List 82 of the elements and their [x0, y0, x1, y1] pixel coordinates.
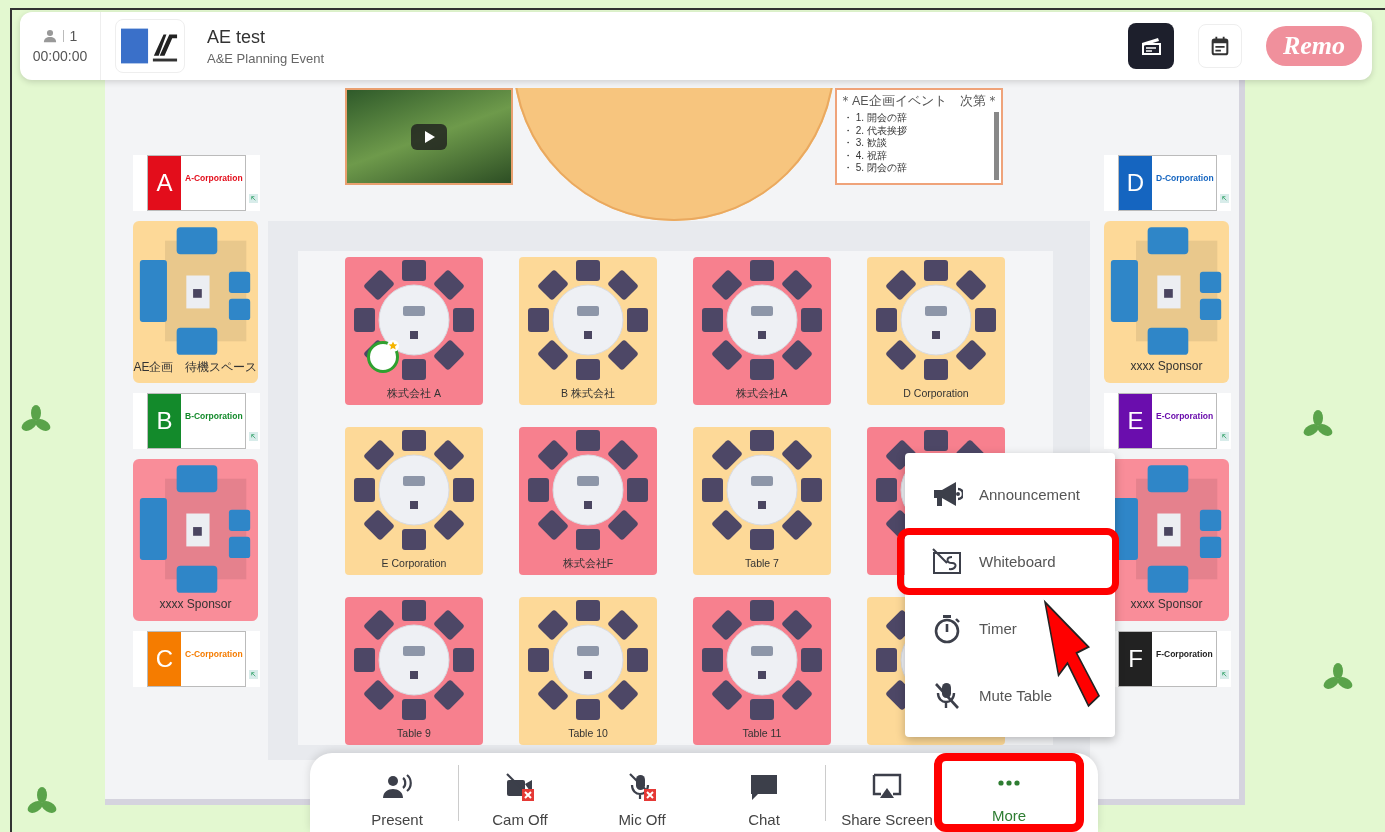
- table-area[interactable]: Table 10: [519, 597, 657, 745]
- table-area[interactable]: Table 11: [693, 597, 831, 745]
- clapperboard-button[interactable]: [1128, 23, 1174, 69]
- lounge-area[interactable]: xxxx Sponsor: [1104, 221, 1229, 383]
- event-title: AE test: [207, 26, 267, 48]
- star-icon: [387, 340, 399, 352]
- banner-title: A-Corporation: [185, 173, 243, 184]
- expand-icon: [249, 194, 258, 203]
- table-area[interactable]: Table 7: [693, 427, 831, 575]
- calendar-button[interactable]: [1198, 24, 1242, 68]
- table-label: 株式会社 A: [387, 387, 441, 401]
- banner-letter: E: [1119, 394, 1152, 448]
- toolbar-button[interactable]: Present: [336, 753, 458, 832]
- whiteboard-icon: [931, 546, 963, 577]
- expand-icon: [249, 432, 258, 441]
- table-area[interactable]: E Corporation: [345, 427, 483, 575]
- table-area[interactable]: 株式会社F: [519, 427, 657, 575]
- toolbar-button[interactable]: More: [934, 753, 1084, 832]
- sponsor-banner[interactable]: E E-Corporation: [1118, 393, 1217, 449]
- banner-title: F-Corporation: [1156, 649, 1213, 660]
- banner-title: E-Corporation: [1156, 411, 1214, 422]
- scrollbar[interactable]: [994, 112, 999, 180]
- table-area[interactable]: 株式会社 A: [345, 257, 483, 405]
- expand-icon: [1220, 670, 1229, 679]
- menu-item[interactable]: Mute Table: [905, 662, 1115, 729]
- lounge-label: xxxx Sponsor: [1130, 359, 1203, 373]
- table-label: 株式会社F: [562, 557, 614, 571]
- banner-letter: D: [1119, 156, 1152, 210]
- table-area[interactable]: D Corporation: [867, 257, 1005, 405]
- table-label: Table 9: [397, 727, 431, 739]
- camera-off-icon: [504, 772, 536, 802]
- expand-icon: [249, 670, 258, 679]
- toolbar-button[interactable]: Cam Off: [459, 753, 581, 832]
- agenda-item: ・ 5. 閉会の辞: [843, 162, 908, 175]
- sponsor-banner[interactable]: A A-Corporation: [147, 155, 246, 211]
- brand-logo: Remo: [1266, 26, 1362, 66]
- agenda-item: ・ 4. 祝辞: [843, 149, 888, 162]
- lounge-label: AE企画 待機スペース: [133, 359, 258, 376]
- lounge-label: xxxx Sponsor: [159, 597, 232, 611]
- banner-letter: A: [148, 156, 181, 210]
- table-label: E Corporation: [381, 557, 447, 569]
- company-logo-icon: [121, 26, 179, 66]
- elapsed-time: 00:00:00: [32, 48, 88, 64]
- table-label: B 株式会社: [561, 387, 615, 401]
- participant-count: 1: [69, 28, 78, 44]
- more-icon: [997, 779, 1021, 787]
- mic-off-icon: [626, 772, 658, 802]
- agenda-item: ・ 1. 開会の辞: [843, 112, 908, 125]
- table-area[interactable]: 株式会社A: [693, 257, 831, 405]
- banner-letter: B: [148, 394, 181, 448]
- chat-icon: [748, 772, 780, 802]
- banner-title: B-Corporation: [185, 411, 243, 422]
- banner-letter: C: [148, 632, 181, 686]
- video-thumbnail[interactable]: [345, 88, 513, 185]
- lounge-label: xxxx Sponsor: [1130, 597, 1203, 611]
- table-label: 株式会社A: [736, 387, 788, 401]
- agenda-item: ・ 3. 歓談: [843, 137, 888, 150]
- lounge-area[interactable]: xxxx Sponsor: [133, 459, 258, 621]
- agenda-item: ・ 2. 代表挨拶: [843, 124, 908, 137]
- table-label: Table 7: [745, 557, 779, 569]
- banner-title: D-Corporation: [1156, 173, 1214, 184]
- sponsor-banner[interactable]: D D-Corporation: [1118, 155, 1217, 211]
- sponsor-banner[interactable]: F F-Corporation: [1118, 631, 1217, 687]
- agenda-title: ＊AE企画イベント 次第＊: [839, 93, 997, 110]
- table-label: D Corporation: [903, 387, 969, 399]
- sponsor-banner[interactable]: B B-Corporation: [147, 393, 246, 449]
- toolbar-button[interactable]: Chat: [703, 753, 825, 832]
- calendar-icon: [1209, 35, 1231, 57]
- person-icon: [42, 29, 57, 43]
- expand-icon: [1220, 194, 1229, 203]
- menu-item[interactable]: Whiteboard: [897, 528, 1119, 595]
- expand-icon: [1220, 432, 1229, 441]
- toolbar-button[interactable]: Mic Off: [581, 753, 703, 832]
- play-icon: [411, 123, 447, 150]
- table-area[interactable]: B 株式会社: [519, 257, 657, 405]
- event-subtitle: A&E Planning Event: [207, 50, 325, 66]
- table-label: Table 10: [568, 727, 608, 739]
- table-area[interactable]: Table 9: [345, 597, 483, 745]
- table-label: Table 11: [742, 727, 782, 739]
- banner-letter: F: [1119, 632, 1152, 686]
- banner-title: C-Corporation: [185, 649, 243, 660]
- lounge-area[interactable]: AE企画 待機スペース: [133, 221, 258, 383]
